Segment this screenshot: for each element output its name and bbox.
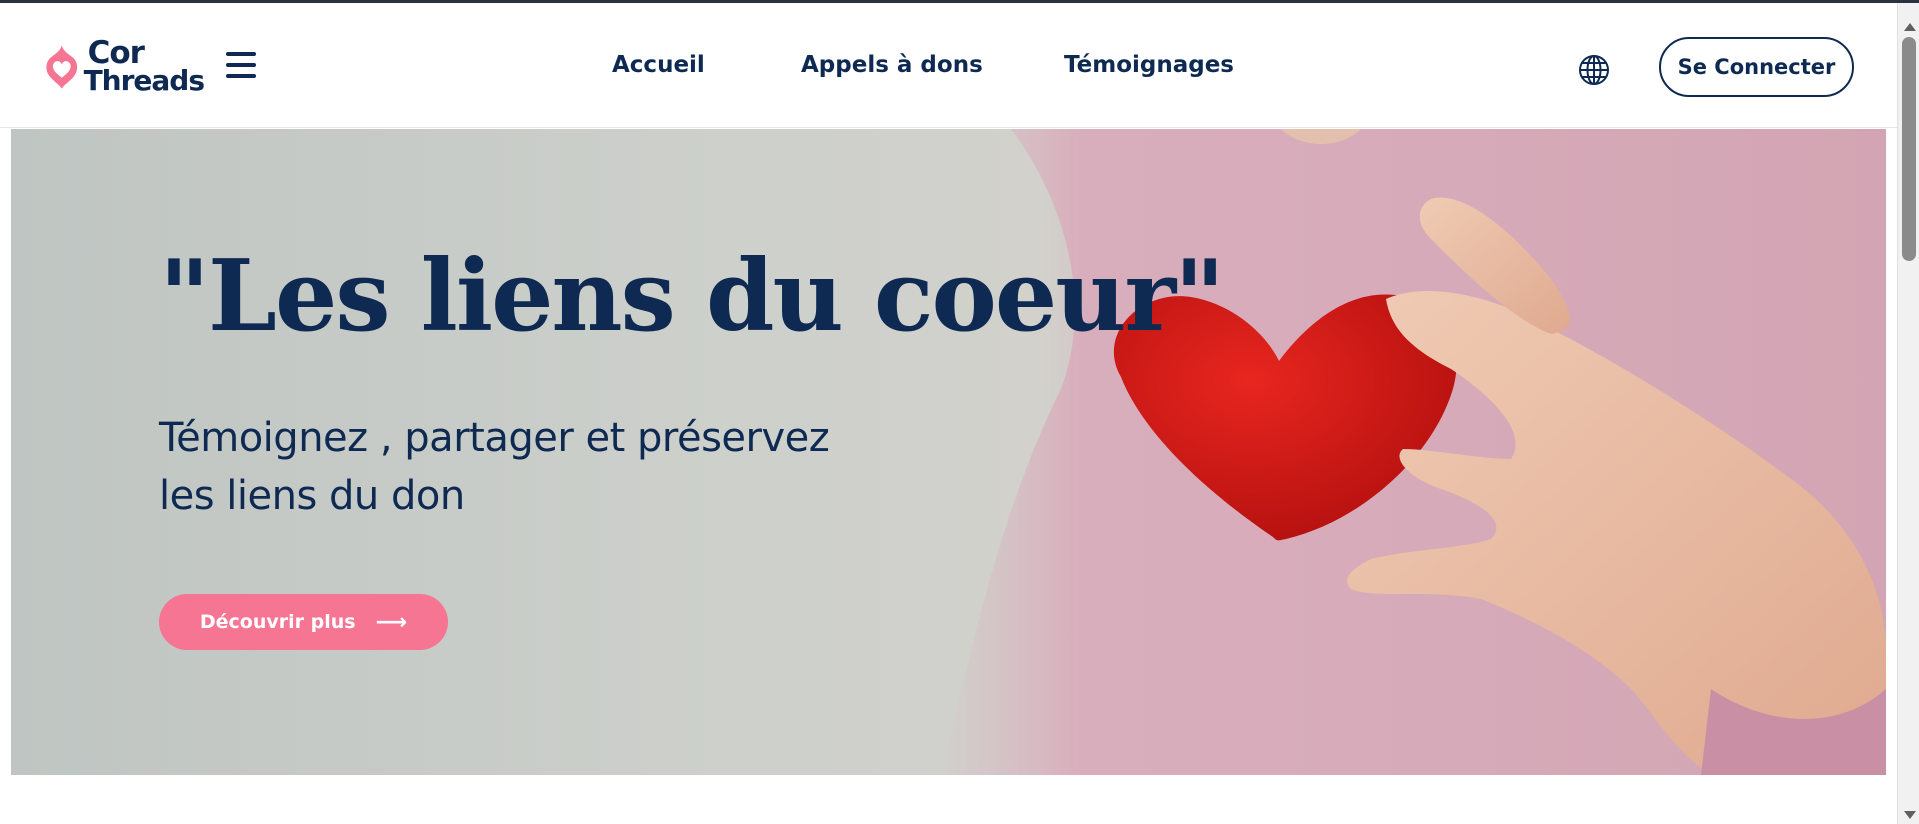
discover-more-label: Découvrir plus	[199, 611, 356, 633]
heart-drop-icon	[46, 45, 78, 89]
brand-name-line2: Threads	[83, 64, 205, 97]
brand-name-line1: Cor	[87, 35, 145, 71]
discover-more-button[interactable]: Découvrir plus ⟶	[159, 594, 448, 650]
hero-banner: "Les liens du coeur" Témoignez , partage…	[11, 129, 1886, 775]
scrollbar-thumb[interactable]	[1902, 37, 1916, 261]
login-button[interactable]: Se Connecter	[1659, 37, 1854, 97]
page-scrollbar[interactable]	[1897, 3, 1919, 824]
nav-link-temoignages[interactable]: Témoignages	[1064, 52, 1234, 78]
hamburger-menu-icon[interactable]	[226, 52, 256, 78]
menu-bar	[226, 52, 256, 56]
globe-icon[interactable]	[1578, 54, 1610, 86]
nav-link-accueil[interactable]: Accueil	[612, 52, 705, 78]
hero-title: "Les liens du coeur"	[159, 239, 1225, 354]
menu-bar	[226, 63, 256, 67]
scroll-up-arrow-icon[interactable]	[1904, 23, 1916, 31]
site-header: Cor Threads Accueil Appels à dons Témoig…	[0, 3, 1897, 128]
arrow-right-icon: ⟶	[375, 609, 408, 635]
scroll-down-arrow-icon[interactable]	[1904, 811, 1916, 819]
nav-link-appels-a-dons[interactable]: Appels à dons	[801, 52, 983, 78]
brand-name: Cor Threads	[83, 35, 205, 97]
brand-logo[interactable]: Cor Threads	[44, 29, 205, 105]
hero-subtitle-line1: Témoignez , partager et préservez	[159, 415, 830, 461]
menu-bar	[226, 74, 256, 78]
hero-subtitle-line2: les liens du don	[159, 473, 465, 519]
hero-subtitle: Témoignez , partager et préservez les li…	[159, 409, 879, 525]
